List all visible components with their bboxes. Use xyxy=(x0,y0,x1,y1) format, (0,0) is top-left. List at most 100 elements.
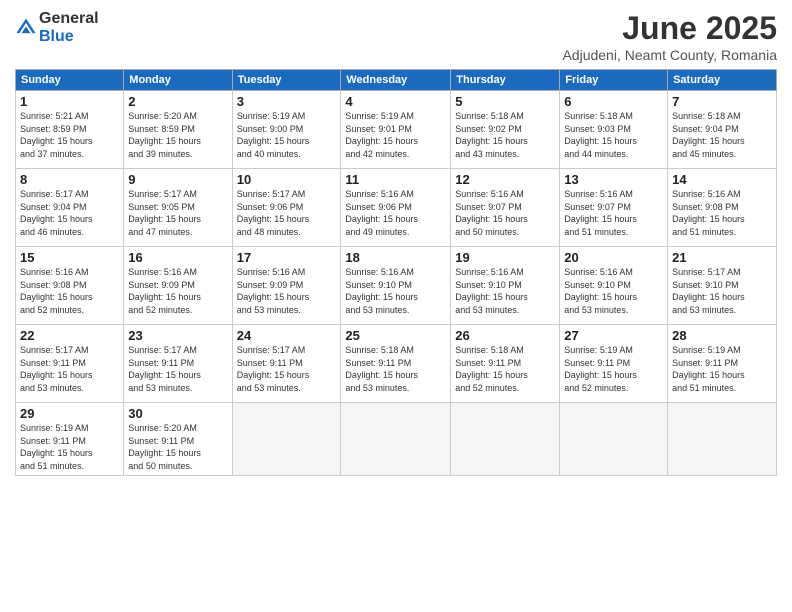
calendar-cell: 2Sunrise: 5:20 AM Sunset: 8:59 PM Daylig… xyxy=(124,91,232,169)
day-number: 28 xyxy=(672,328,772,343)
day-info: Sunrise: 5:19 AM Sunset: 9:11 PM Dayligh… xyxy=(20,422,119,472)
day-number: 22 xyxy=(20,328,119,343)
day-info: Sunrise: 5:19 AM Sunset: 9:00 PM Dayligh… xyxy=(237,110,337,160)
col-thursday: Thursday xyxy=(451,70,560,91)
calendar-cell xyxy=(451,403,560,476)
col-monday: Monday xyxy=(124,70,232,91)
calendar-cell: 1Sunrise: 5:21 AM Sunset: 8:59 PM Daylig… xyxy=(16,91,124,169)
logo-general-text: General xyxy=(39,10,99,27)
day-info: Sunrise: 5:16 AM Sunset: 9:08 PM Dayligh… xyxy=(672,188,772,238)
day-number: 20 xyxy=(564,250,663,265)
day-number: 17 xyxy=(237,250,337,265)
calendar-row: 15Sunrise: 5:16 AM Sunset: 9:08 PM Dayli… xyxy=(16,247,777,325)
calendar-cell: 21Sunrise: 5:17 AM Sunset: 9:10 PM Dayli… xyxy=(668,247,777,325)
calendar-cell: 29Sunrise: 5:19 AM Sunset: 9:11 PM Dayli… xyxy=(16,403,124,476)
calendar-cell: 23Sunrise: 5:17 AM Sunset: 9:11 PM Dayli… xyxy=(124,325,232,403)
calendar-row: 29Sunrise: 5:19 AM Sunset: 9:11 PM Dayli… xyxy=(16,403,777,476)
calendar-cell: 20Sunrise: 5:16 AM Sunset: 9:10 PM Dayli… xyxy=(560,247,668,325)
day-info: Sunrise: 5:16 AM Sunset: 9:09 PM Dayligh… xyxy=(128,266,227,316)
calendar-cell xyxy=(668,403,777,476)
day-number: 7 xyxy=(672,94,772,109)
calendar-row: 1Sunrise: 5:21 AM Sunset: 8:59 PM Daylig… xyxy=(16,91,777,169)
col-sunday: Sunday xyxy=(16,70,124,91)
calendar-cell: 11Sunrise: 5:16 AM Sunset: 9:06 PM Dayli… xyxy=(341,169,451,247)
day-info: Sunrise: 5:16 AM Sunset: 9:09 PM Dayligh… xyxy=(237,266,337,316)
page: General Blue June 2025 Adjudeni, Neamt C… xyxy=(0,0,792,612)
header: General Blue June 2025 Adjudeni, Neamt C… xyxy=(15,10,777,63)
day-number: 25 xyxy=(345,328,446,343)
calendar-cell: 15Sunrise: 5:16 AM Sunset: 9:08 PM Dayli… xyxy=(16,247,124,325)
calendar-cell: 14Sunrise: 5:16 AM Sunset: 9:08 PM Dayli… xyxy=(668,169,777,247)
calendar-cell xyxy=(232,403,341,476)
day-info: Sunrise: 5:16 AM Sunset: 9:07 PM Dayligh… xyxy=(455,188,555,238)
calendar-table: Sunday Monday Tuesday Wednesday Thursday… xyxy=(15,69,777,476)
calendar-cell: 17Sunrise: 5:16 AM Sunset: 9:09 PM Dayli… xyxy=(232,247,341,325)
day-number: 23 xyxy=(128,328,227,343)
day-info: Sunrise: 5:19 AM Sunset: 9:01 PM Dayligh… xyxy=(345,110,446,160)
day-info: Sunrise: 5:19 AM Sunset: 9:11 PM Dayligh… xyxy=(564,344,663,394)
calendar-cell: 3Sunrise: 5:19 AM Sunset: 9:00 PM Daylig… xyxy=(232,91,341,169)
day-info: Sunrise: 5:18 AM Sunset: 9:02 PM Dayligh… xyxy=(455,110,555,160)
calendar-cell xyxy=(341,403,451,476)
day-info: Sunrise: 5:17 AM Sunset: 9:11 PM Dayligh… xyxy=(20,344,119,394)
day-number: 1 xyxy=(20,94,119,109)
calendar-row: 8Sunrise: 5:17 AM Sunset: 9:04 PM Daylig… xyxy=(16,169,777,247)
calendar-cell: 18Sunrise: 5:16 AM Sunset: 9:10 PM Dayli… xyxy=(341,247,451,325)
calendar-cell: 10Sunrise: 5:17 AM Sunset: 9:06 PM Dayli… xyxy=(232,169,341,247)
calendar-cell: 6Sunrise: 5:18 AM Sunset: 9:03 PM Daylig… xyxy=(560,91,668,169)
calendar-cell: 8Sunrise: 5:17 AM Sunset: 9:04 PM Daylig… xyxy=(16,169,124,247)
day-number: 19 xyxy=(455,250,555,265)
day-info: Sunrise: 5:16 AM Sunset: 9:10 PM Dayligh… xyxy=(345,266,446,316)
calendar-cell: 30Sunrise: 5:20 AM Sunset: 9:11 PM Dayli… xyxy=(124,403,232,476)
calendar-cell: 24Sunrise: 5:17 AM Sunset: 9:11 PM Dayli… xyxy=(232,325,341,403)
day-info: Sunrise: 5:17 AM Sunset: 9:05 PM Dayligh… xyxy=(128,188,227,238)
col-wednesday: Wednesday xyxy=(341,70,451,91)
day-number: 12 xyxy=(455,172,555,187)
day-number: 11 xyxy=(345,172,446,187)
calendar-header-row: Sunday Monday Tuesday Wednesday Thursday… xyxy=(16,70,777,91)
logo-icon xyxy=(15,17,37,39)
day-info: Sunrise: 5:18 AM Sunset: 9:04 PM Dayligh… xyxy=(672,110,772,160)
day-number: 5 xyxy=(455,94,555,109)
day-number: 24 xyxy=(237,328,337,343)
day-info: Sunrise: 5:16 AM Sunset: 9:08 PM Dayligh… xyxy=(20,266,119,316)
day-info: Sunrise: 5:17 AM Sunset: 9:06 PM Dayligh… xyxy=(237,188,337,238)
day-number: 4 xyxy=(345,94,446,109)
calendar-cell: 19Sunrise: 5:16 AM Sunset: 9:10 PM Dayli… xyxy=(451,247,560,325)
col-friday: Friday xyxy=(560,70,668,91)
day-info: Sunrise: 5:16 AM Sunset: 9:07 PM Dayligh… xyxy=(564,188,663,238)
calendar-cell: 22Sunrise: 5:17 AM Sunset: 9:11 PM Dayli… xyxy=(16,325,124,403)
day-number: 8 xyxy=(20,172,119,187)
calendar-cell xyxy=(560,403,668,476)
calendar-row: 22Sunrise: 5:17 AM Sunset: 9:11 PM Dayli… xyxy=(16,325,777,403)
day-info: Sunrise: 5:18 AM Sunset: 9:11 PM Dayligh… xyxy=(455,344,555,394)
title-block: June 2025 Adjudeni, Neamt County, Romani… xyxy=(562,10,777,63)
day-number: 15 xyxy=(20,250,119,265)
logo-blue-text: Blue xyxy=(39,28,74,45)
month-title: June 2025 xyxy=(562,10,777,47)
calendar-cell: 16Sunrise: 5:16 AM Sunset: 9:09 PM Dayli… xyxy=(124,247,232,325)
calendar-cell: 27Sunrise: 5:19 AM Sunset: 9:11 PM Dayli… xyxy=(560,325,668,403)
day-info: Sunrise: 5:21 AM Sunset: 8:59 PM Dayligh… xyxy=(20,110,119,160)
day-number: 14 xyxy=(672,172,772,187)
day-number: 2 xyxy=(128,94,227,109)
col-tuesday: Tuesday xyxy=(232,70,341,91)
calendar-cell: 28Sunrise: 5:19 AM Sunset: 9:11 PM Dayli… xyxy=(668,325,777,403)
col-saturday: Saturday xyxy=(668,70,777,91)
calendar-cell: 9Sunrise: 5:17 AM Sunset: 9:05 PM Daylig… xyxy=(124,169,232,247)
day-info: Sunrise: 5:17 AM Sunset: 9:10 PM Dayligh… xyxy=(672,266,772,316)
day-number: 16 xyxy=(128,250,227,265)
calendar-cell: 5Sunrise: 5:18 AM Sunset: 9:02 PM Daylig… xyxy=(451,91,560,169)
day-number: 18 xyxy=(345,250,446,265)
calendar-cell: 25Sunrise: 5:18 AM Sunset: 9:11 PM Dayli… xyxy=(341,325,451,403)
day-number: 3 xyxy=(237,94,337,109)
day-info: Sunrise: 5:16 AM Sunset: 9:06 PM Dayligh… xyxy=(345,188,446,238)
day-number: 26 xyxy=(455,328,555,343)
day-info: Sunrise: 5:16 AM Sunset: 9:10 PM Dayligh… xyxy=(564,266,663,316)
day-info: Sunrise: 5:19 AM Sunset: 9:11 PM Dayligh… xyxy=(672,344,772,394)
day-info: Sunrise: 5:17 AM Sunset: 9:11 PM Dayligh… xyxy=(237,344,337,394)
day-number: 9 xyxy=(128,172,227,187)
day-info: Sunrise: 5:18 AM Sunset: 9:11 PM Dayligh… xyxy=(345,344,446,394)
day-number: 6 xyxy=(564,94,663,109)
day-info: Sunrise: 5:20 AM Sunset: 9:11 PM Dayligh… xyxy=(128,422,227,472)
